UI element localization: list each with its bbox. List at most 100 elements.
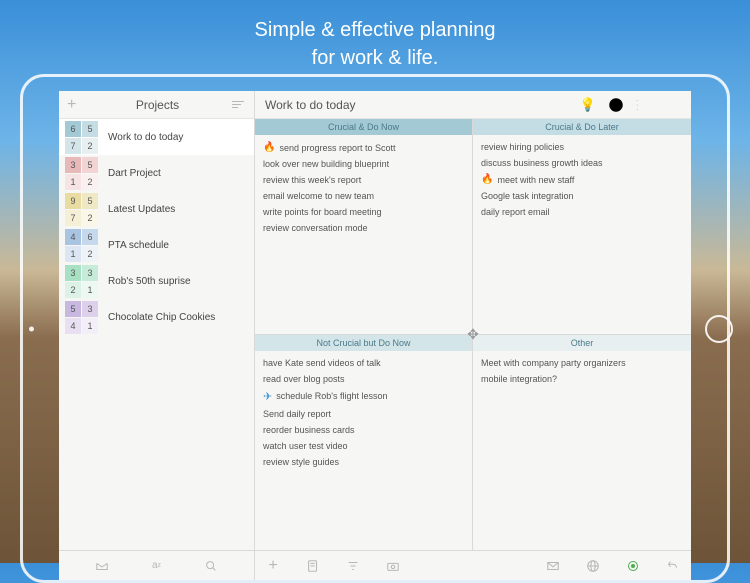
filter-icon[interactable]	[345, 558, 361, 574]
inbox-icon[interactable]	[94, 558, 110, 574]
task-text: watch user test video	[263, 441, 348, 451]
project-item[interactable]: 9572Latest Updates	[59, 191, 254, 227]
task-text: Meet with company party organizers	[481, 358, 626, 368]
task-item[interactable]: watch user test video	[263, 438, 464, 454]
task-text: schedule Rob's flight lesson	[276, 391, 387, 401]
project-badge: 2	[82, 174, 98, 190]
task-text: discuss business growth ideas	[481, 158, 603, 168]
globe-icon[interactable]	[585, 558, 601, 574]
project-name: Dart Project	[108, 168, 161, 179]
quadrant-not-crucial-now[interactable]: Not Crucial but Do Now have Kate send vi…	[255, 335, 473, 551]
project-name: Chocolate Chip Cookies	[108, 312, 215, 323]
task-text: review conversation mode	[263, 223, 368, 233]
task-item[interactable]: ✈schedule Rob's flight lesson	[263, 387, 464, 406]
project-badge: 4	[65, 318, 81, 334]
task-text: reorder business cards	[263, 425, 355, 435]
task-item[interactable]: review hiring policies	[481, 139, 683, 155]
task-item[interactable]: look over new building blueprint	[263, 156, 464, 172]
camera-dot	[29, 326, 34, 331]
project-item[interactable]: 3512Dart Project	[59, 155, 254, 191]
task-text: review hiring policies	[481, 142, 564, 152]
task-text: read over blog posts	[263, 374, 345, 384]
fire-icon: 🔥	[481, 174, 493, 185]
task-text: Send daily report	[263, 409, 331, 419]
project-badge: 7	[65, 138, 81, 154]
notes-icon[interactable]	[305, 558, 321, 574]
task-item[interactable]: Send daily report	[263, 406, 464, 422]
idea-icon[interactable]: 💡	[579, 96, 597, 114]
task-item[interactable]: Google task integration	[481, 188, 683, 204]
task-item[interactable]: 🔥meet with new staff	[481, 171, 683, 188]
project-badge: 7	[65, 210, 81, 226]
task-item[interactable]: reorder business cards	[263, 422, 464, 438]
sync-icon[interactable]	[625, 558, 641, 574]
resize-handle-icon[interactable]: ✥	[464, 326, 482, 344]
task-item[interactable]: review style guides	[263, 454, 464, 470]
task-item[interactable]: read over blog posts	[263, 371, 464, 387]
sidebar-header: + Projects	[59, 91, 254, 119]
undo-icon[interactable]	[665, 558, 681, 574]
project-badge: 3	[82, 301, 98, 317]
add-task-button[interactable]: +	[265, 558, 281, 574]
main-panel: Work to do today 💡 Crucial & Do Now 🔥sen…	[255, 91, 691, 550]
task-item[interactable]: review this week's report	[263, 172, 464, 188]
clock-icon[interactable]	[607, 96, 625, 114]
home-button[interactable]	[705, 315, 733, 343]
project-badge: 2	[82, 246, 98, 262]
project-badge: 2	[65, 282, 81, 298]
task-text: look over new building blueprint	[263, 159, 389, 169]
project-badge: 3	[82, 265, 98, 281]
task-item[interactable]: have Kate send videos of talk	[263, 355, 464, 371]
task-text: review style guides	[263, 457, 339, 467]
project-badge: 1	[82, 282, 98, 298]
quadrant-grid: Crucial & Do Now 🔥send progress report t…	[255, 119, 691, 550]
task-text: send progress report to Scott	[279, 143, 395, 153]
project-badge: 5	[65, 301, 81, 317]
task-item[interactable]: discuss business growth ideas	[481, 155, 683, 171]
task-item[interactable]: mobile integration?	[481, 371, 683, 387]
add-project-button[interactable]: +	[67, 96, 83, 114]
project-item[interactable]: 6572Work to do today	[59, 119, 254, 155]
quadrant-crucial-now[interactable]: Crucial & Do Now 🔥send progress report t…	[255, 119, 473, 335]
task-item[interactable]: 🔥 send progress report to Scott	[263, 139, 464, 156]
search-icon[interactable]	[203, 558, 219, 574]
project-name: PTA schedule	[108, 240, 169, 251]
sidebar-title: Projects	[83, 98, 232, 112]
project-badge: 1	[65, 246, 81, 262]
task-item[interactable]: daily report email	[481, 204, 683, 220]
project-badge: 9	[65, 193, 81, 209]
tablet-frame: + Projects 6572Work to do today3512Dart …	[20, 74, 730, 583]
project-badge: 2	[82, 210, 98, 226]
task-text: review this week's report	[263, 175, 361, 185]
fire-icon: 🔥	[263, 142, 275, 153]
task-item[interactable]: email welcome to new team	[263, 188, 464, 204]
project-badge: 2	[82, 138, 98, 154]
project-item[interactable]: 5341 Chocolate Chip Cookies	[59, 299, 254, 335]
quadrant-other[interactable]: Other Meet with company party organizers…	[473, 335, 691, 551]
task-text: have Kate send videos of talk	[263, 358, 381, 368]
project-badge: 1	[65, 174, 81, 190]
task-item[interactable]: Meet with company party organizers	[481, 355, 683, 371]
menu-icon[interactable]	[663, 96, 681, 114]
project-badge: 1	[82, 318, 98, 334]
az-sort-icon[interactable]: az	[148, 558, 164, 574]
mail-icon[interactable]	[545, 558, 561, 574]
task-item[interactable]: write points for board meeting	[263, 204, 464, 220]
task-item[interactable]: review conversation mode	[263, 220, 464, 236]
main-title: Work to do today	[265, 98, 569, 112]
project-badge: 6	[65, 121, 81, 137]
sidebar: + Projects 6572Work to do today3512Dart …	[59, 91, 255, 550]
sort-icon[interactable]	[232, 98, 246, 112]
main-header: Work to do today 💡	[255, 91, 691, 119]
camera-icon[interactable]	[385, 558, 401, 574]
project-item[interactable]: 4612PTA schedule	[59, 227, 254, 263]
project-name: Work to do today	[108, 132, 183, 143]
project-badge: 3	[65, 265, 81, 281]
quadrant-crucial-later[interactable]: Crucial & Do Later review hiring policie…	[473, 119, 691, 335]
project-item[interactable]: 3321Rob's 50th suprise	[59, 263, 254, 299]
list-icon[interactable]	[635, 96, 653, 114]
task-text: daily report email	[481, 207, 550, 217]
project-name: Latest Updates	[108, 204, 175, 215]
task-text: mobile integration?	[481, 374, 557, 384]
app-screen: + Projects 6572Work to do today3512Dart …	[59, 91, 691, 580]
